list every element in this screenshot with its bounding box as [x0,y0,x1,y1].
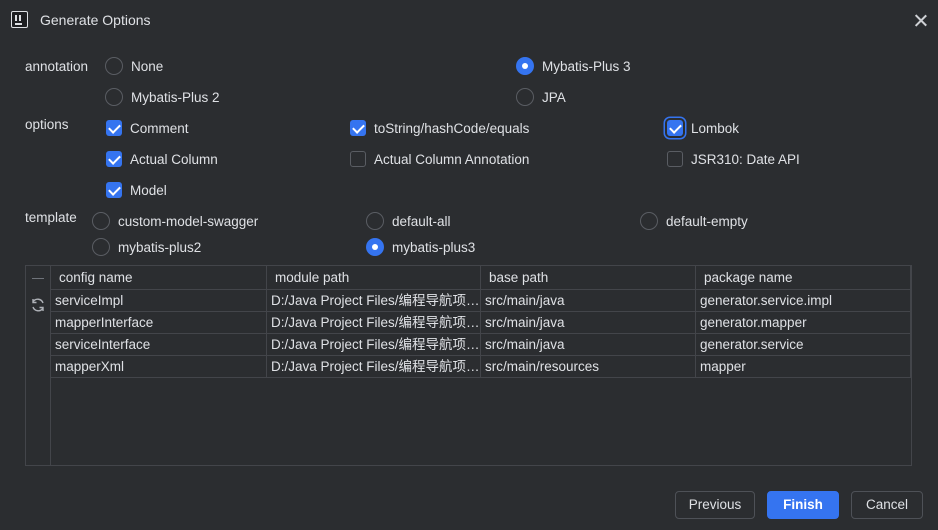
checkbox-indicator [667,151,683,167]
column-header-base-path[interactable]: base path [481,266,696,290]
title-bar: Generate Options [0,0,938,40]
radio-template-default-all[interactable]: default-all [366,210,451,232]
checkbox-actual-column[interactable]: Actual Column [106,148,218,170]
radio-indicator [516,57,534,75]
table-row[interactable]: mapperXml D:/Java Project Files/编程导航项… s… [51,356,911,378]
checkbox-comment[interactable]: Comment [106,117,189,139]
cell-module-path[interactable]: D:/Java Project Files/编程导航项… [267,334,481,356]
cell-config-name[interactable]: mapperInterface [51,312,267,334]
radio-template-mybatis-plus2[interactable]: mybatis-plus2 [92,236,201,258]
checkbox-tostring-hashcode-equals[interactable]: toString/hashCode/equals [350,117,529,139]
cell-config-name[interactable]: serviceInterface [51,334,267,356]
options-label: options [25,117,69,132]
checkbox-jsr310-date-api[interactable]: JSR310: Date API [667,148,800,170]
table-gutter [26,266,51,465]
cell-base-path[interactable]: src/main/java [481,290,696,312]
radio-annotation-mybatis-plus-3[interactable]: Mybatis-Plus 3 [516,55,631,77]
table-row[interactable]: serviceInterface D:/Java Project Files/编… [51,334,911,356]
cancel-button[interactable]: Cancel [851,491,923,519]
radio-annotation-mybatis-plus-2[interactable]: Mybatis-Plus 2 [105,86,220,108]
radio-indicator [92,212,110,230]
previous-button[interactable]: Previous [675,491,755,519]
annotation-label: annotation [25,59,89,74]
cell-base-path[interactable]: src/main/resources [481,356,696,378]
template-label: template [25,210,77,225]
cell-package-name[interactable]: generator.service.impl [696,290,911,312]
checkbox-indicator [350,120,366,136]
radio-indicator [366,212,384,230]
checkbox-indicator [106,120,122,136]
radio-template-custom-model-swagger[interactable]: custom-model-swagger [92,210,258,232]
checkbox-indicator [106,182,122,198]
radio-indicator [516,88,534,106]
column-header-package-name[interactable]: package name [696,266,911,290]
cell-base-path[interactable]: src/main/java [481,312,696,334]
cell-config-name[interactable]: mapperXml [51,356,267,378]
table-row[interactable]: serviceImpl D:/Java Project Files/编程导航项…… [51,290,911,312]
checkbox-indicator [350,151,366,167]
radio-indicator [92,238,110,256]
cell-package-name[interactable]: generator.service [696,334,911,356]
table-grid: config name module path base path packag… [51,266,911,378]
cell-package-name[interactable]: mapper [696,356,911,378]
cell-package-name[interactable]: generator.mapper [696,312,911,334]
radio-template-mybatis-plus3[interactable]: mybatis-plus3 [366,236,475,258]
finish-button[interactable]: Finish [767,491,839,519]
checkbox-indicator [667,120,683,136]
radio-indicator [640,212,658,230]
radio-annotation-none[interactable]: None [105,55,163,77]
refresh-icon[interactable] [30,297,46,313]
table-header: config name module path base path packag… [51,266,911,290]
cell-config-name[interactable]: serviceImpl [51,290,267,312]
column-header-module-path[interactable]: module path [267,266,481,290]
radio-template-default-empty[interactable]: default-empty [640,210,748,232]
radio-indicator [366,238,384,256]
table-row[interactable]: mapperInterface D:/Java Project Files/编程… [51,312,911,334]
checkbox-model[interactable]: Model [106,179,167,201]
checkbox-indicator [106,151,122,167]
checkbox-lombok[interactable]: Lombok [667,117,739,139]
cell-module-path[interactable]: D:/Java Project Files/编程导航项… [267,312,481,334]
cell-base-path[interactable]: src/main/java [481,334,696,356]
cell-module-path[interactable]: D:/Java Project Files/编程导航项… [267,356,481,378]
config-table: config name module path base path packag… [25,265,912,466]
gutter-dash [32,278,44,279]
column-header-config-name[interactable]: config name [51,266,267,290]
cell-module-path[interactable]: D:/Java Project Files/编程导航项… [267,290,481,312]
close-icon[interactable] [908,8,934,32]
checkbox-actual-column-annotation[interactable]: Actual Column Annotation [350,148,529,170]
radio-indicator [105,57,123,75]
window-title: Generate Options [40,12,151,28]
intellij-app-icon [11,11,28,28]
radio-annotation-jpa[interactable]: JPA [516,86,566,108]
radio-indicator [105,88,123,106]
